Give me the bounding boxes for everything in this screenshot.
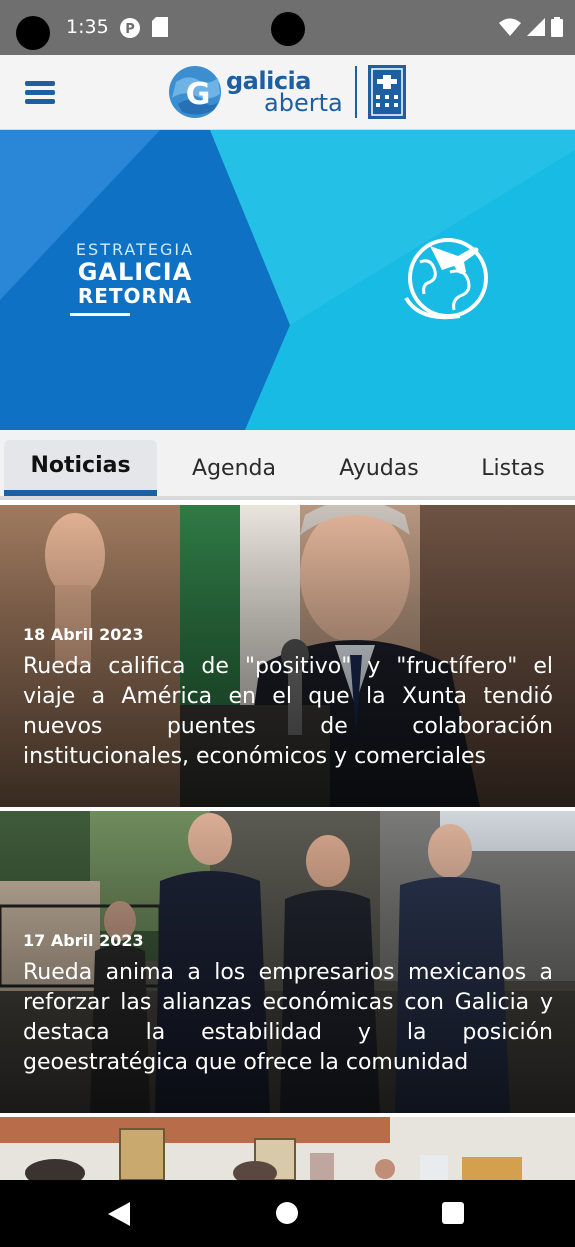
front-camera	[271, 12, 305, 46]
news-card[interactable]	[0, 1117, 575, 1180]
globe-plane-icon	[404, 238, 488, 320]
banner-line-3: RETORNA	[77, 284, 193, 308]
system-nav-bar	[0, 1180, 575, 1247]
banner-underline	[70, 313, 130, 316]
globe-logo-icon: G	[169, 66, 221, 118]
news-date: 17 Abril 2023	[23, 931, 144, 950]
svg-text:P: P	[125, 22, 135, 37]
notification-icon: P	[119, 17, 141, 43]
logo-word-aberta: aberta	[264, 89, 343, 117]
galicia-retorna-banner[interactable]: ESTRATEGIA GALICIA RETORNA	[0, 130, 575, 430]
news-card[interactable]: 17 Abril 2023 Rueda anima a los empresar…	[0, 811, 575, 1113]
banner-heading: ESTRATEGIA GALICIA RETORNA	[70, 240, 200, 316]
section-tabs: Noticias Agenda Ayudas Listas	[0, 430, 575, 500]
wifi-icon	[499, 18, 521, 40]
menu-icon[interactable]	[25, 81, 55, 105]
news-title[interactable]: Rueda califica de "positivo" y "fructífe…	[23, 652, 553, 772]
news-title[interactable]: Rueda anima a los empresarios mexicanos …	[23, 958, 553, 1078]
app-bar: G galicia aberta	[0, 55, 575, 130]
news-date: 18 Abril 2023	[23, 625, 144, 644]
galicia-aberta-logo: G galicia aberta	[168, 64, 408, 122]
recent-apps-icon[interactable]	[442, 1202, 464, 1224]
camera-cutout	[16, 16, 50, 50]
back-icon[interactable]	[108, 1202, 130, 1230]
tab-agenda[interactable]: Agenda	[167, 440, 301, 496]
xunta-shield-icon	[368, 65, 406, 119]
banner-line-2: GALICIA	[77, 258, 193, 286]
news-card[interactable]: 18 Abril 2023 Rueda califica de "positiv…	[0, 505, 575, 807]
battery-icon	[551, 17, 563, 41]
news-photo	[0, 1117, 575, 1180]
signal-icon	[527, 18, 545, 40]
tab-ayudas[interactable]: Ayudas	[311, 440, 447, 496]
sd-card-icon	[152, 17, 168, 41]
tab-listas[interactable]: Listas	[457, 440, 569, 496]
tab-noticias[interactable]: Noticias	[4, 440, 157, 496]
status-bar: 1:35 P	[0, 0, 575, 55]
home-icon[interactable]	[276, 1202, 298, 1224]
logo-divider	[355, 66, 357, 118]
status-icons	[499, 17, 563, 41]
svg-text:G: G	[186, 77, 211, 112]
status-time: 1:35	[66, 16, 109, 38]
banner-line-1: ESTRATEGIA	[75, 240, 195, 259]
app-screen: 1:35 P G galicia aberta ESTRATEGIA GALIC…	[0, 0, 575, 1247]
